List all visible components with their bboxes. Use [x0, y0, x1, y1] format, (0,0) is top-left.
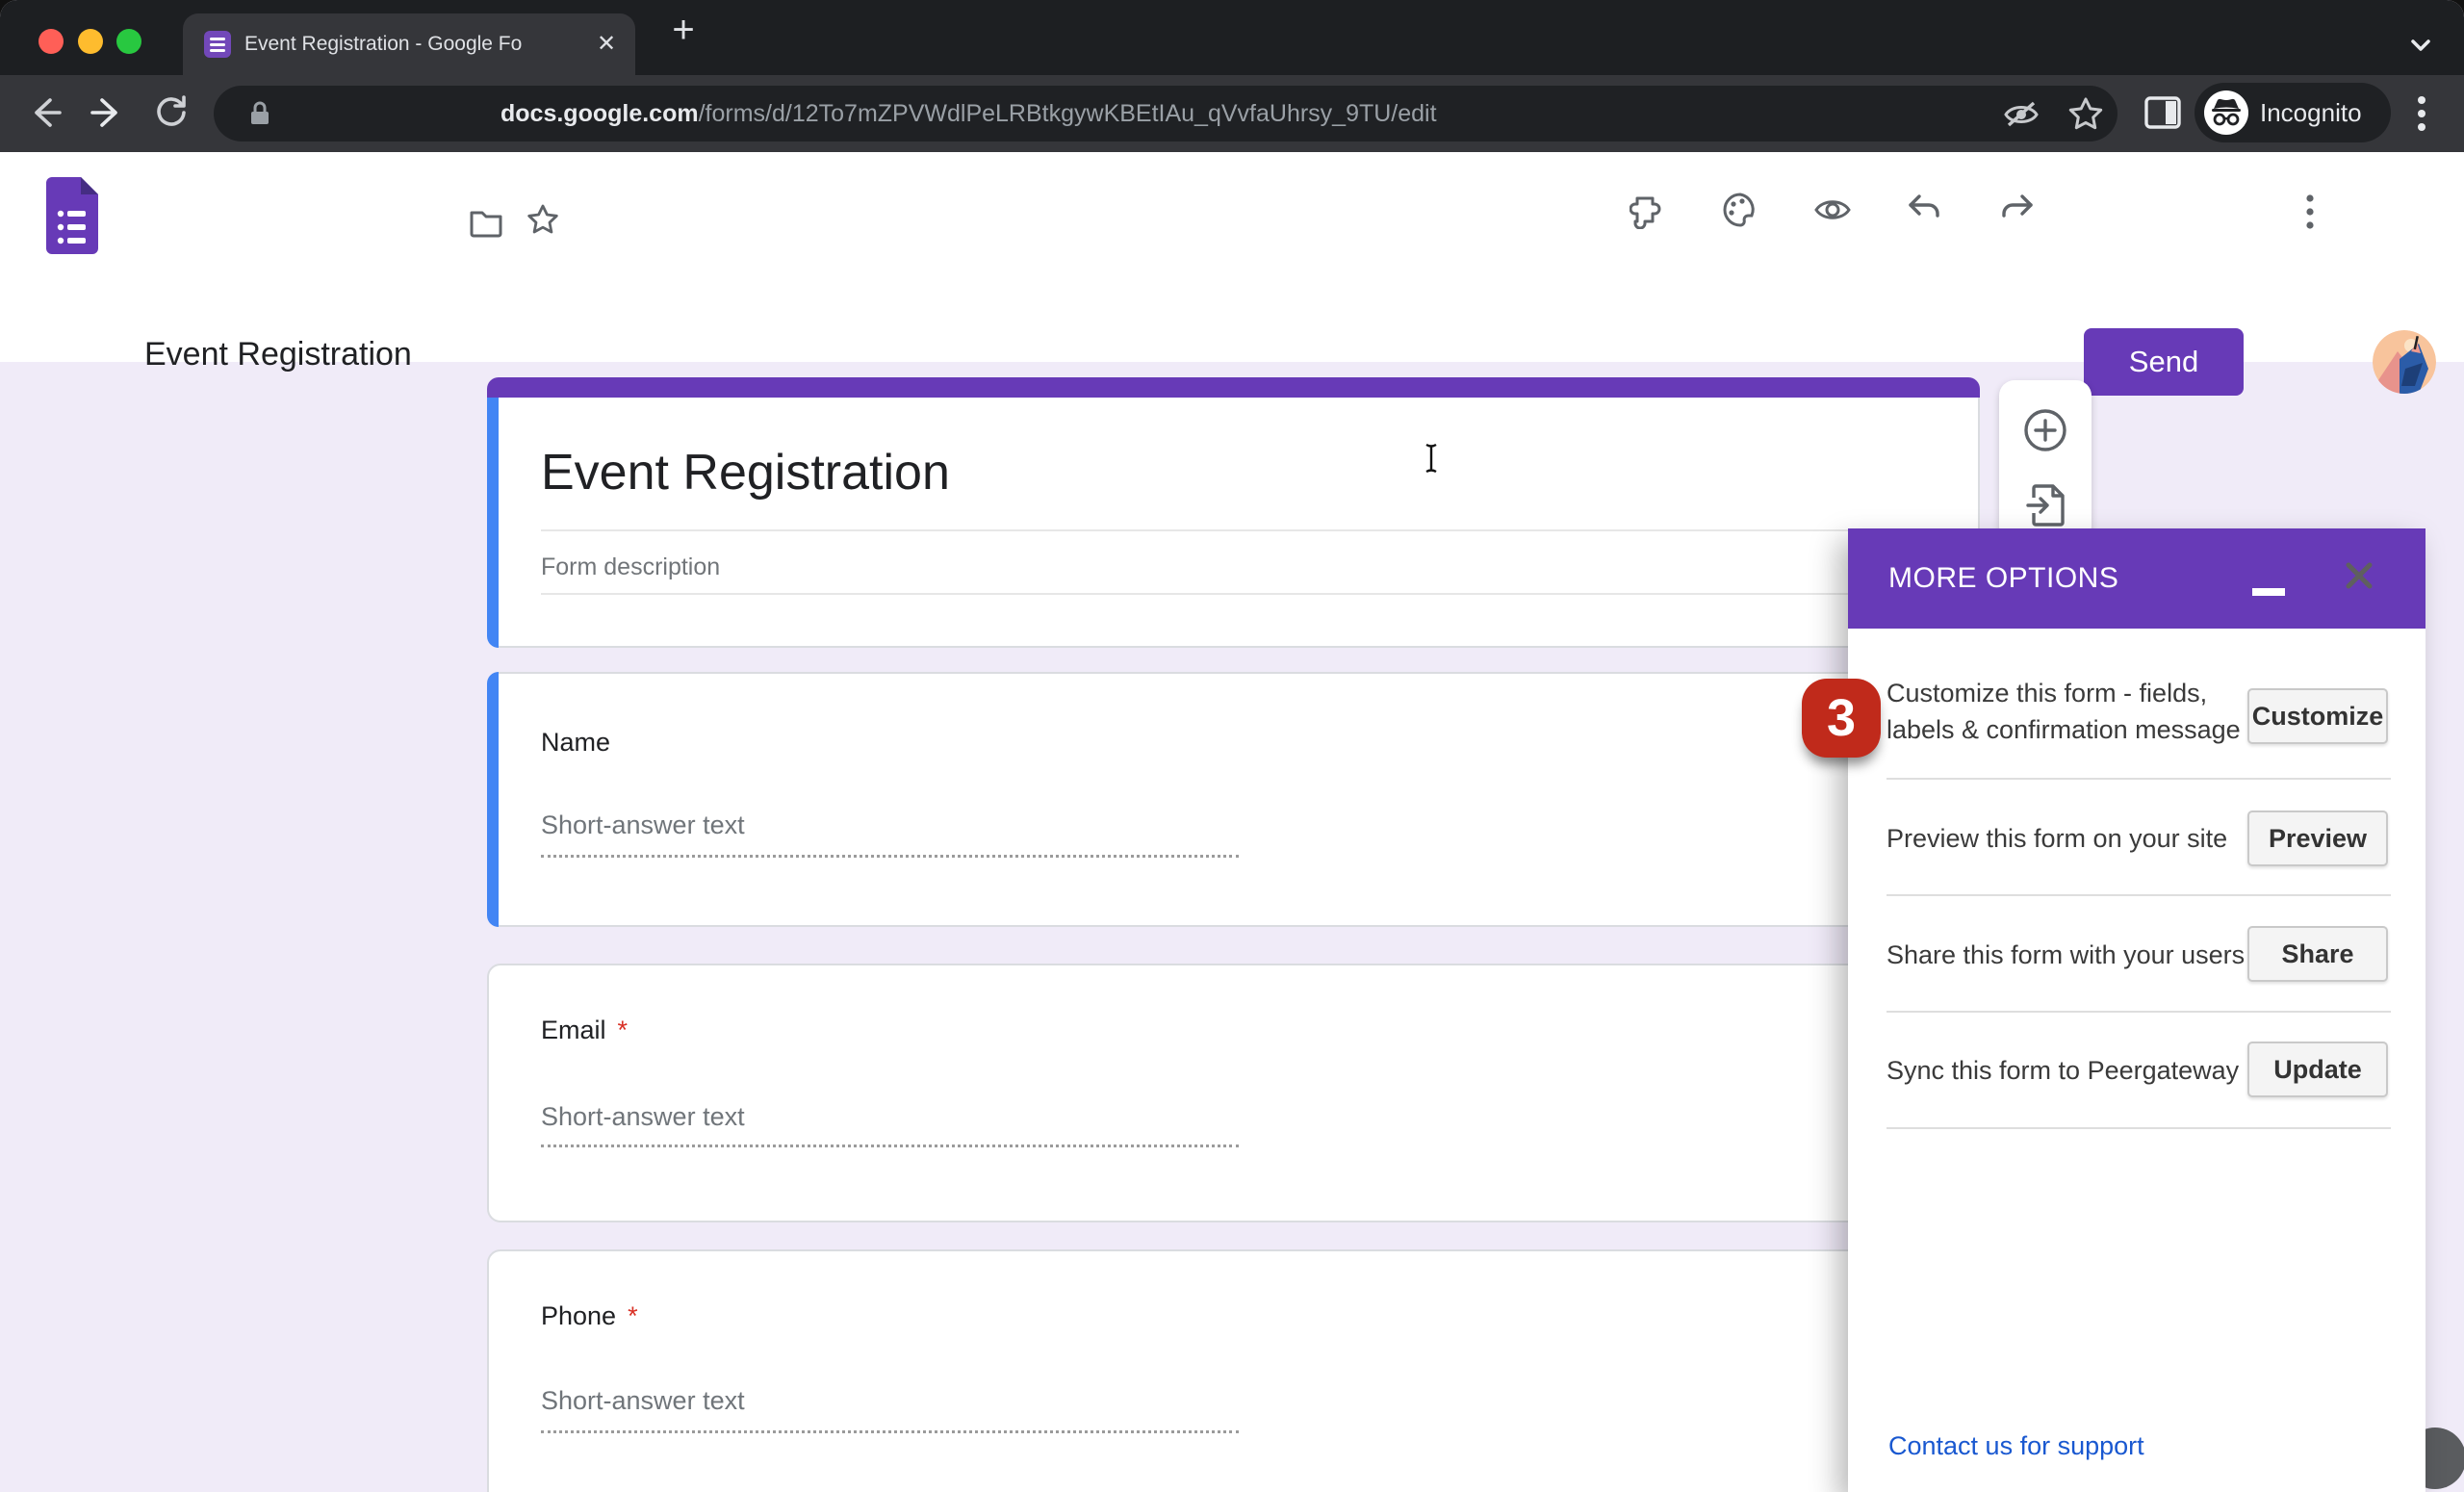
side-panel-icon[interactable]: [2143, 94, 2183, 131]
divider: [1886, 1127, 2391, 1129]
star-icon[interactable]: [525, 202, 561, 239]
account-avatar[interactable]: [2373, 330, 2436, 394]
add-ons-puzzle-icon[interactable]: [1630, 191, 1668, 229]
share-row-text: Share this form with your users: [1886, 940, 2246, 969]
more-options-title: MORE OPTIONS: [1888, 562, 2119, 594]
question-card-phone[interactable]: Phone * Short-answer text: [487, 1249, 1980, 1492]
browser-window: Event Registration - Google Fo ✕ + docs.…: [0, 0, 2464, 1492]
divider: [1886, 894, 2391, 896]
google-forms-favicon-icon: [204, 31, 231, 58]
update-button[interactable]: Update: [2247, 1042, 2388, 1097]
undo-icon[interactable]: [1906, 193, 1944, 227]
description-underline: [541, 593, 1928, 595]
url-text: docs.google.com/forms/d/12To7mZPVWdlPeLR…: [500, 86, 1437, 141]
send-button[interactable]: Send: [2084, 328, 2244, 396]
text-cursor: [1425, 443, 1437, 474]
forms-header: Event Registration Send: [0, 152, 2464, 495]
question-card-name[interactable]: Name Short-answer text: [487, 672, 1980, 927]
answer-placeholder: Short-answer text: [541, 1102, 745, 1131]
required-asterisk: *: [617, 1016, 629, 1044]
macos-minimize-button[interactable]: [78, 29, 103, 54]
selected-card-indicator: [487, 398, 499, 648]
contact-support-link[interactable]: Contact us for support: [1888, 1431, 2144, 1461]
url-domain: docs.google.com: [500, 100, 699, 127]
divider: [1886, 1011, 2391, 1013]
answer-placeholder: Short-answer text: [541, 810, 745, 839]
sync-row-text: Sync this form to Peergateway: [1886, 1056, 2240, 1085]
macos-close-button[interactable]: [38, 29, 64, 54]
incognito-badge: Incognito: [2194, 83, 2391, 142]
forward-icon[interactable]: [87, 90, 129, 135]
macos-zoom-button[interactable]: [116, 29, 141, 54]
tab-close-icon[interactable]: ✕: [591, 29, 622, 60]
minimize-icon[interactable]: [2252, 588, 2285, 596]
import-questions-icon[interactable]: [2024, 482, 2066, 528]
url-bar[interactable]: docs.google.com/forms/d/12To7mZPVWdlPeLR…: [214, 86, 2118, 141]
theme-color-bar: [487, 377, 1980, 398]
tab-title: Event Registration - Google Fo: [244, 13, 583, 75]
browser-menu-icon[interactable]: [2412, 92, 2431, 135]
incognito-icon: [2204, 90, 2248, 135]
lock-icon: [251, 101, 269, 124]
browser-tab[interactable]: Event Registration - Google Fo ✕: [183, 13, 635, 75]
answer-underline: [541, 1145, 1239, 1147]
redo-icon[interactable]: [1997, 193, 2036, 227]
more-menu-icon[interactable]: [2300, 193, 2320, 231]
move-folder-icon[interactable]: [469, 206, 503, 239]
question-label[interactable]: Name: [541, 728, 610, 758]
google-forms-logo-icon[interactable]: [46, 177, 98, 254]
more-options-header: MORE OPTIONS: [1848, 528, 2426, 629]
back-icon[interactable]: [23, 90, 65, 135]
share-button[interactable]: Share: [2247, 926, 2388, 982]
preview-eye-icon[interactable]: [1813, 194, 1852, 225]
question-label[interactable]: Email *: [541, 1016, 628, 1045]
customize-row-text: Customize this form - fields, labels & c…: [1886, 679, 2241, 744]
customize-button[interactable]: Customize: [2247, 688, 2388, 744]
add-question-icon[interactable]: [2022, 407, 2068, 453]
browser-toolbar: docs.google.com/forms/d/12To7mZPVWdlPeLR…: [0, 75, 2464, 152]
send-button-label: Send: [2128, 345, 2199, 378]
preview-button[interactable]: Preview: [2247, 810, 2388, 866]
form-title-card[interactable]: Event Registration Form description: [487, 377, 1980, 648]
new-tab-button[interactable]: +: [660, 8, 706, 54]
reload-icon[interactable]: [150, 90, 192, 135]
title-underline: [541, 529, 1928, 531]
answer-underline: [541, 855, 1239, 858]
form-description-input[interactable]: Form description: [541, 553, 720, 581]
question-card-email[interactable]: Email * Short-answer text: [487, 964, 1980, 1222]
close-icon[interactable]: [2343, 559, 2375, 592]
step-badge: 3: [1802, 679, 1881, 758]
tab-search-chevron-icon[interactable]: [2402, 29, 2439, 62]
bookmark-star-icon[interactable]: [2066, 94, 2106, 135]
eye-slash-icon[interactable]: [2000, 97, 2042, 132]
form-title-input[interactable]: Event Registration: [541, 444, 950, 502]
selected-card-indicator: [487, 672, 499, 927]
answer-placeholder: Short-answer text: [541, 1386, 745, 1415]
answer-underline: [541, 1430, 1239, 1433]
tab-strip: Event Registration - Google Fo ✕ +: [0, 0, 2464, 75]
url-path: /forms/d/12To7mZPVWdlPeLRBtkgywKBEtIAu_q…: [698, 100, 1437, 127]
document-title[interactable]: Event Registration: [144, 336, 412, 373]
incognito-label: Incognito: [2260, 98, 2362, 127]
required-asterisk: *: [628, 1301, 638, 1330]
question-toolbar: [1999, 380, 2092, 542]
theme-palette-icon[interactable]: [1721, 191, 1759, 229]
question-label[interactable]: Phone *: [541, 1301, 638, 1331]
preview-row-text: Preview this form on your site: [1886, 824, 2228, 853]
more-options-panel: MORE OPTIONS Customize this form - field…: [1848, 528, 2426, 1492]
divider: [1886, 778, 2391, 780]
